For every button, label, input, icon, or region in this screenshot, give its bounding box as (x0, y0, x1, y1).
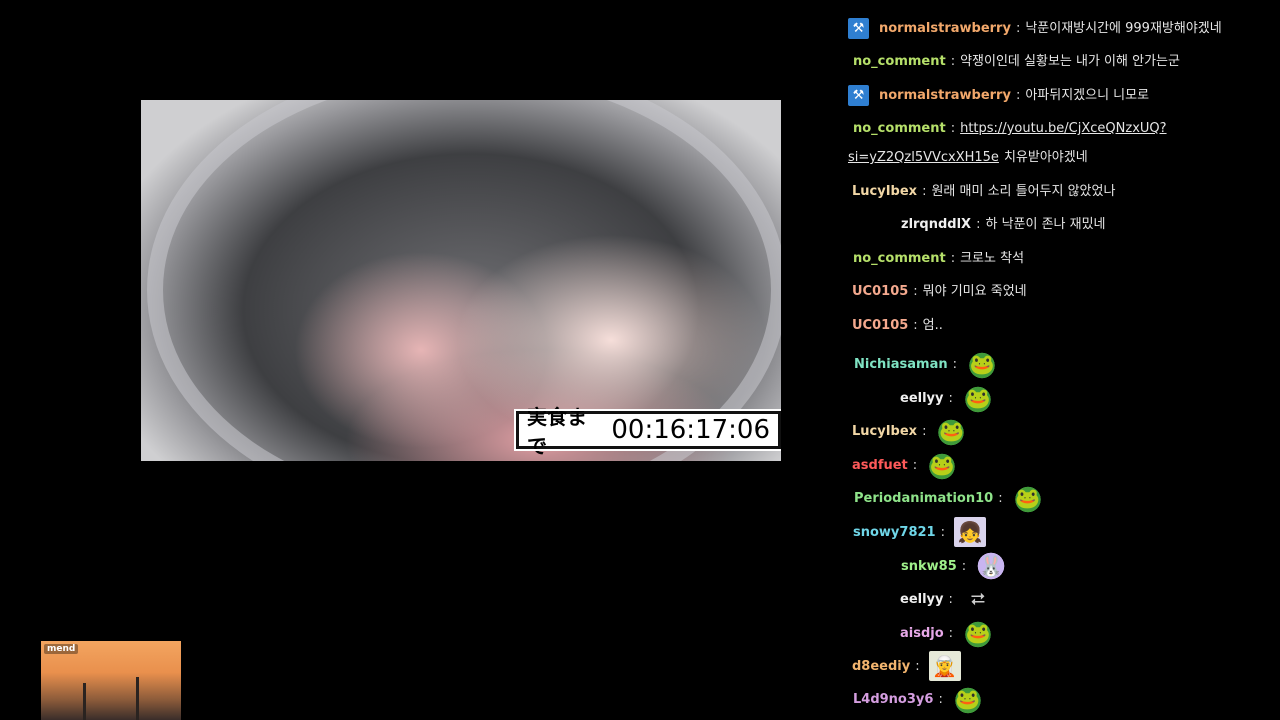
separator: : (915, 658, 920, 674)
chat-message: asdfuet : 🐸 (852, 450, 959, 480)
chat-username[interactable]: L4d9no3y6 (853, 691, 933, 708)
chat-text: 아파뒤지겠으니 니모로 (1025, 88, 1150, 103)
separator: : (952, 356, 957, 372)
chat-text: 하 낙푼이 존나 재밌네 (985, 217, 1106, 232)
chat-message: snkw85 : 🐰 (901, 551, 1008, 581)
countdown-timer: 実食まで 00:16:17:06 (514, 405, 781, 458)
separator: : (950, 251, 956, 266)
tower-silhouette (83, 683, 86, 720)
chat-username[interactable]: UC0105 (852, 283, 908, 300)
frog-emote: 🐸 (951, 684, 984, 714)
frog-emote: 🐸 (926, 450, 959, 480)
chat-message: no_comment : 약쟁이인데 실황보는 내가 이해 안가는군 (853, 53, 1180, 70)
chat-link[interactable]: si=yZ2Qzl5VVcxXH15e (848, 149, 999, 166)
tower-silhouette (136, 677, 139, 720)
chat-message: Periodanimation10 : 🐸 (854, 483, 1044, 513)
separator: : (998, 490, 1003, 506)
chat-message-continued: si=yZ2Qzl5VVcxXH15e 치유받아야겠네 (848, 149, 1088, 166)
girl-emote: 🧝 (928, 651, 961, 681)
chat-username[interactable]: no_comment (853, 120, 946, 137)
chat-link[interactable]: https://youtu.be/CjXceQNzxUQ? (960, 120, 1166, 137)
chat-text: 뭐야 기미요 죽었네 (922, 284, 1027, 299)
chat-message: d8eediy : 🧝 (852, 651, 961, 681)
chat-message: ⚒ normalstrawberry : 아파뒤지겠으니 니모로 (848, 85, 1149, 106)
frog-emote: 🐸 (935, 416, 968, 446)
separator: : (948, 625, 954, 641)
separator: : (948, 390, 953, 406)
chat-text: 원래 매미 소리 틀어두지 않았었나 (931, 184, 1116, 199)
hammer-icon: ⚒ (848, 18, 869, 39)
chat-username[interactable]: Nichiasaman (854, 356, 948, 373)
chat-username[interactable]: no_comment (853, 250, 946, 267)
separator: : (938, 691, 943, 707)
chat-username[interactable]: zlrqnddlX (901, 216, 971, 233)
chat-username[interactable]: normalstrawberry (879, 20, 1011, 37)
chat-message: UC0105 : 뭐야 기미요 죽었네 (852, 283, 1027, 300)
separator: : (940, 524, 945, 540)
chat-message: eellyy : 🐸 (900, 383, 994, 413)
chat-message: snowy7821 : 👧 (853, 517, 986, 547)
frog-emote: 🐸 (966, 349, 998, 379)
chat-message: L4d9no3y6 : 🐸 (853, 684, 984, 714)
separator: : (912, 457, 918, 473)
chat-username[interactable]: snowy7821 (853, 524, 936, 541)
separator: : (1015, 88, 1021, 103)
chat-username[interactable]: eellyy (900, 591, 944, 608)
chat-text: 낙푼이재방시간에 999재방해야겠네 (1025, 21, 1222, 36)
timer-label: 実食まで (527, 405, 587, 458)
bowl-rim (147, 100, 781, 461)
chat-message: UC0105 : 엄.. (852, 317, 943, 334)
chat-text: 약쟁이인데 실황보는 내가 이해 안가는군 (960, 54, 1180, 69)
separator: : (948, 591, 953, 607)
separator: : (950, 54, 956, 69)
chat-username[interactable]: snkw85 (901, 558, 957, 575)
chat-message: no_comment : https://youtu.be/CjXceQNzxU… (853, 120, 1167, 137)
chat-message: LucyIbex : 🐸 (852, 416, 968, 446)
chat-username[interactable]: eellyy (900, 390, 944, 407)
video-player[interactable]: 実食まで 00:16:17:06 (141, 100, 781, 461)
chat-username[interactable]: UC0105 (852, 317, 908, 334)
frog-emote: 🐸 (962, 618, 995, 648)
chat-username[interactable]: no_comment (853, 53, 946, 70)
chat-message: Nichiasaman : 🐸 (854, 349, 998, 379)
separator: : (922, 184, 927, 199)
separator: : (913, 318, 918, 333)
chat-message: aisdjo : 🐸 (900, 618, 995, 648)
chat-username[interactable]: LucyIbex (852, 183, 917, 200)
purple-emote: 🐰 (975, 551, 1008, 581)
separator: : (950, 121, 956, 136)
chat-username[interactable]: asdfuet (852, 457, 908, 474)
anime-emote: 👧 (953, 517, 986, 547)
chat-username[interactable]: normalstrawberry (879, 87, 1011, 104)
separator: : (1015, 21, 1021, 36)
timer-value: 00:16:17:06 (611, 415, 770, 445)
separator: : (976, 217, 981, 232)
frog-emote: 🐸 (961, 383, 994, 413)
chat-username[interactable]: d8eediy (852, 658, 910, 675)
chat-username[interactable]: aisdjo (900, 625, 944, 642)
chat-username[interactable]: Periodanimation10 (854, 490, 993, 507)
frog-emote: 🐸 (1011, 483, 1044, 513)
chat-text: 크로노 착석 (960, 251, 1025, 266)
chat-message: no_comment : 크로노 착석 (853, 250, 1024, 267)
chat-text: 치유받아야겠네 (1003, 150, 1088, 165)
chat-message: ⚒ normalstrawberry : 낙푼이재방시간에 999재방해야겠네 (848, 18, 1222, 39)
chat-message: zlrqnddlX : 하 낙푼이 존나 재밌네 (901, 216, 1106, 233)
chat-message: eellyy : ⮂ (900, 584, 994, 614)
thumbnail-tag: mend (44, 644, 79, 654)
chat-username[interactable]: LucyIbex (852, 423, 917, 440)
separator: : (922, 423, 927, 439)
chat-message: LucyIbex : 원래 매미 소리 틀어두지 않았었나 (852, 183, 1115, 200)
mini-thumbnail[interactable]: mend (41, 641, 181, 720)
chat-text: 엄.. (922, 318, 943, 333)
arrow-emote: ⮂ (970, 588, 986, 610)
separator: : (913, 284, 918, 299)
separator: : (961, 558, 967, 574)
hammer-icon: ⚒ (848, 85, 869, 106)
